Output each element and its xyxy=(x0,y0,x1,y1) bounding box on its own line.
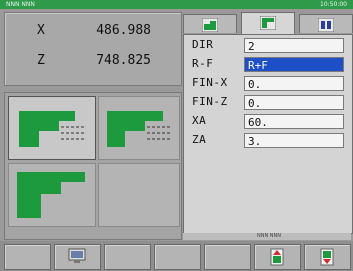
softkey-7[interactable] xyxy=(304,244,351,270)
param-label-r-f: R-F xyxy=(192,57,214,70)
pattern-face[interactable] xyxy=(98,96,180,160)
param-label-fin-z: FIN-Z xyxy=(192,95,228,108)
axis-x-value: 486.988 xyxy=(96,23,151,38)
softkey-bar xyxy=(0,241,353,271)
param-row-fin-x: FIN-X 0. xyxy=(184,75,352,93)
param-label-fin-x: FIN-X xyxy=(192,76,228,89)
param-label-xa: XA xyxy=(192,114,207,127)
param-field-dir[interactable]: 2 xyxy=(244,38,344,53)
pattern-step-icon xyxy=(17,172,85,218)
turning-cycle-icon xyxy=(202,18,218,32)
softkey-1[interactable] xyxy=(4,244,51,270)
tab-turning-cycle[interactable] xyxy=(183,14,237,33)
cycle-parameter-panel: DIR 2 R-F R+F FIN-X 0. FIN-Z 0. XA 60. Z… xyxy=(183,34,353,234)
title-bar-left-text: NNN NNN xyxy=(6,1,35,8)
delete-icon xyxy=(320,248,334,266)
title-bar-clock: 10:50:00 xyxy=(320,1,347,8)
position-readout: X 486.988 Z 748.825 xyxy=(4,12,182,86)
param-field-xa[interactable]: 60. xyxy=(244,114,344,129)
status-strip: NNN NNN xyxy=(183,233,351,240)
tab-tool-data[interactable] xyxy=(299,14,353,33)
status-strip-text: NNN NNN xyxy=(257,233,282,239)
tool-data-icon xyxy=(318,18,334,32)
pattern-outer-diameter[interactable] xyxy=(8,96,96,160)
param-field-fin-x[interactable]: 0. xyxy=(244,76,344,91)
pattern-outer-diameter-icon xyxy=(19,111,85,147)
softkey-6[interactable] xyxy=(254,244,301,270)
insert-icon xyxy=(270,248,284,266)
cut-pattern-panel xyxy=(4,92,182,240)
tab-facing-cycle[interactable] xyxy=(241,12,295,35)
param-row-za: ZA 3. xyxy=(184,132,352,150)
axis-z-label: Z xyxy=(37,53,45,68)
param-field-r-f[interactable]: R+F xyxy=(244,57,344,72)
monitor-icon xyxy=(68,248,86,263)
softkey-4[interactable] xyxy=(154,244,201,270)
axis-z-value: 748.825 xyxy=(96,53,151,68)
axis-z-row: Z 748.825 xyxy=(5,53,181,75)
cnc-screen: NNN NNN 10:50:00 X 486.988 Z 748.825 DIR… xyxy=(0,0,353,271)
pattern-face-icon xyxy=(107,111,171,147)
axis-x-row: X 486.988 xyxy=(5,23,181,45)
pattern-empty[interactable] xyxy=(98,163,180,227)
param-label-dir: DIR xyxy=(192,38,214,51)
axis-x-label: X xyxy=(37,23,45,38)
param-row-xa: XA 60. xyxy=(184,113,352,131)
title-bar: NNN NNN 10:50:00 xyxy=(0,0,353,9)
param-label-za: ZA xyxy=(192,133,207,146)
softkey-3[interactable] xyxy=(104,244,151,270)
param-row-r-f: R-F R+F xyxy=(184,56,352,74)
param-field-za[interactable]: 3. xyxy=(244,133,344,148)
param-field-fin-z[interactable]: 0. xyxy=(244,95,344,110)
softkey-5[interactable] xyxy=(204,244,251,270)
pattern-step[interactable] xyxy=(8,163,96,227)
param-row-fin-z: FIN-Z 0. xyxy=(184,94,352,112)
softkey-2[interactable] xyxy=(54,244,101,270)
cycle-tab-bar xyxy=(183,12,353,35)
param-row-dir: DIR 2 xyxy=(184,37,352,55)
facing-cycle-icon xyxy=(260,16,276,30)
